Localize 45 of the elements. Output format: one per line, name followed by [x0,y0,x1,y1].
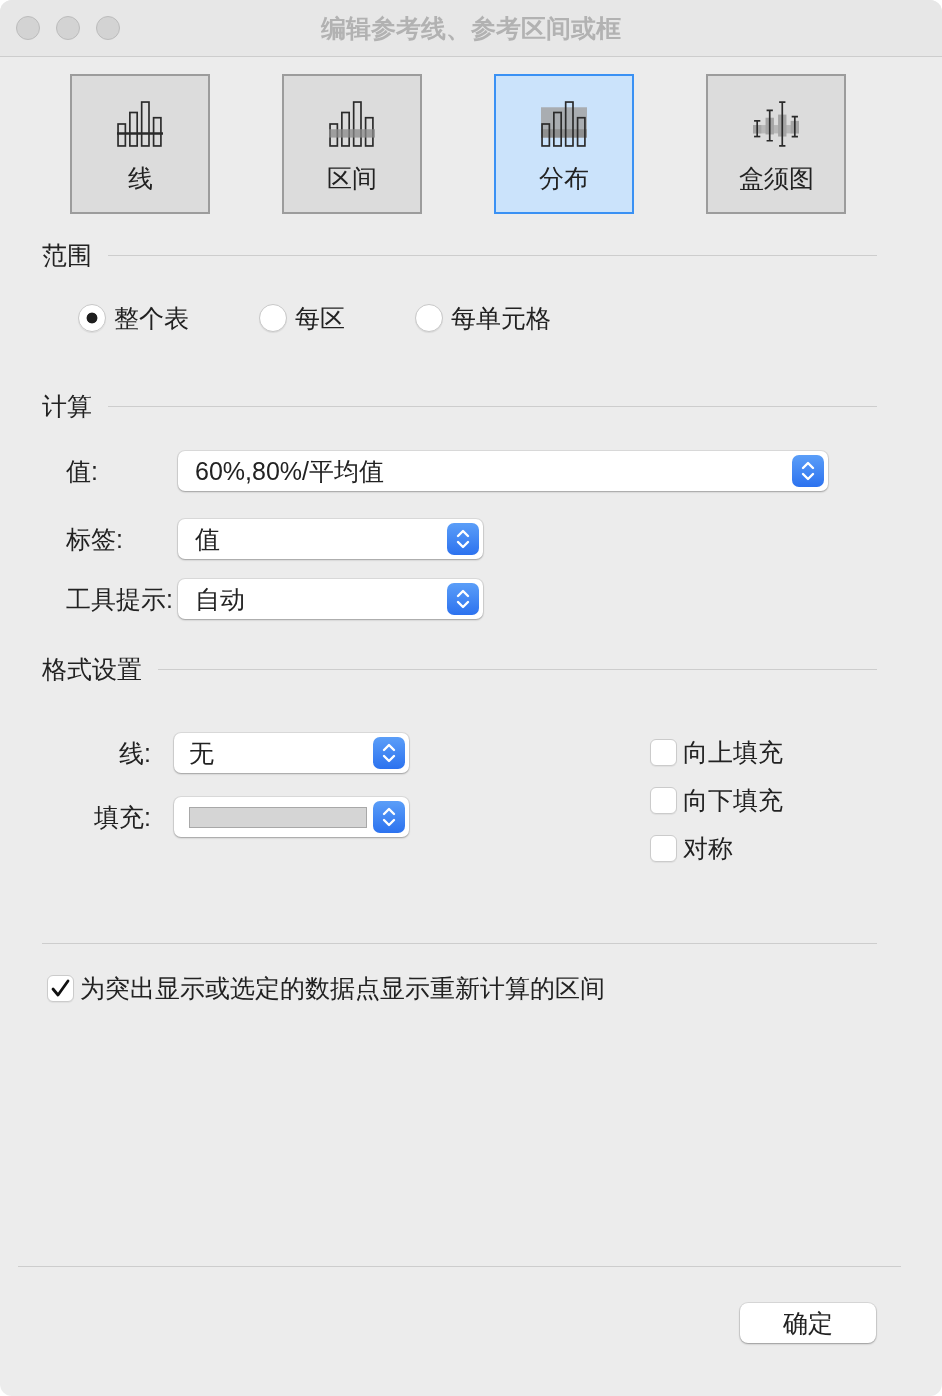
stepper-icon [792,455,824,487]
field-label: 标签: [65,524,124,555]
checkbox[interactable] [650,786,677,814]
stepper-icon [373,801,405,833]
checkbox[interactable] [47,974,74,1002]
radio-button[interactable] [259,304,287,332]
field-label: 线: [118,738,151,769]
type-tile[interactable]: 线 [70,74,210,214]
section-title: 计算 [42,391,92,422]
radio-label: 整个表 [114,303,189,334]
window-control-button[interactable] [96,16,120,40]
color-dropdown[interactable] [174,797,409,837]
bar-chart-line-icon [117,101,163,147]
bar-chart-shaded-icon [541,101,587,147]
checkbox-label: 向上填充 [683,737,783,768]
stepper-icon [373,737,405,769]
radio-label: 每单元格 [451,303,551,334]
dropdown[interactable]: 无 [174,733,409,773]
dropdown[interactable]: 自动 [178,579,483,619]
window-control-button[interactable] [56,16,80,40]
section-title: 格式设置 [42,654,142,685]
radio-button[interactable] [415,304,443,332]
field-label: 填充: [93,802,151,833]
type-tile[interactable]: 盒须图 [706,74,846,214]
box-plot-icon [753,101,799,147]
window-control-button[interactable] [16,16,40,40]
ok-button[interactable]: 确定 [740,1303,876,1343]
stepper-icon [447,523,479,555]
radio-button[interactable] [78,304,106,332]
checkmark-icon [51,978,70,998]
checkbox[interactable] [650,738,677,766]
type-tile[interactable]: 区间 [282,74,422,214]
dropdown[interactable]: 值 [178,519,483,559]
radio-label: 每区 [295,303,345,334]
section-title: 范围 [42,240,92,271]
checkbox[interactable] [650,834,677,862]
checkbox-label: 对称 [683,833,733,864]
type-tile[interactable]: 分布 [494,74,634,214]
dropdown[interactable]: 60%,80%/平均值 [178,451,828,491]
checkbox-label: 向下填充 [683,785,783,816]
stepper-icon [447,583,479,615]
bar-chart-band-icon [329,101,375,147]
checkbox-label: 为突出显示或选定的数据点显示重新计算的区间 [80,973,605,1004]
field-label: 工具提示: [65,584,174,615]
field-label: 值: [65,456,99,487]
